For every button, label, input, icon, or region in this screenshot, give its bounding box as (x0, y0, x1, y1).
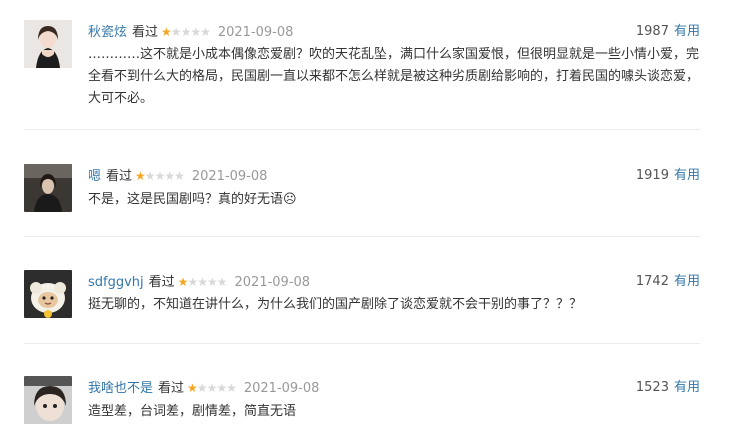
star-empty-icon: ★ (216, 275, 228, 289)
star-empty-icon: ★ (190, 25, 201, 39)
vote-area: 1742 有用 (636, 274, 700, 290)
star-icon: ★ (177, 275, 189, 289)
username-link[interactable]: sdfggvhj (88, 275, 144, 290)
useful-button[interactable]: 有用 (674, 274, 700, 289)
avatar[interactable] (24, 270, 72, 318)
star-empty-icon: ★ (206, 381, 218, 395)
comment-meta: sdfggvhj 看过 ★★★★★ 2021-09-08 (88, 274, 310, 291)
vote-count: 1919 (635, 168, 669, 183)
useful-button[interactable]: 有用 (674, 24, 700, 39)
star-empty-icon: ★ (187, 275, 198, 289)
watch-status: 看过 (158, 381, 185, 396)
useful-button[interactable]: 有用 (674, 168, 700, 183)
rating-stars: ★★★★★ (135, 168, 185, 184)
star-empty-icon: ★ (170, 25, 182, 39)
star-empty-icon: ★ (174, 169, 185, 183)
rating-stars: ★★★★★ (187, 380, 237, 396)
avatar[interactable] (24, 376, 72, 424)
divider (24, 236, 700, 237)
watch-status: 看过 (132, 25, 159, 40)
comment-meta: 嗯看过 ★★★★★ 2021-09-08 (88, 168, 267, 185)
comment-date: 2021-09-08 (243, 381, 320, 396)
vote-count: 1742 (635, 274, 669, 289)
watch-status: 看过 (148, 275, 175, 290)
comment-date: 2021-09-08 (191, 169, 268, 184)
star-empty-icon: ★ (206, 275, 218, 289)
star-empty-icon: ★ (180, 25, 192, 39)
star-empty-icon: ★ (200, 25, 211, 39)
star-empty-icon: ★ (144, 169, 156, 183)
vote-count: 1987 (635, 24, 669, 39)
rating-stars: ★★★★★ (161, 24, 211, 40)
star-icon: ★ (135, 169, 146, 183)
avatar[interactable] (24, 164, 72, 212)
rating-stars: ★★★★★ (177, 274, 228, 290)
comment-date: 2021-09-08 (234, 275, 311, 290)
star-empty-icon: ★ (154, 169, 166, 183)
comment-meta: 秋瓷炫 看过 ★★★★★ 2021-09-08 (88, 24, 293, 41)
avatar[interactable] (24, 20, 72, 68)
comment-text: …………这不就是小成本偶像恋爱剧？吹的天花乱坠，满口什么家国爱恨，但很明显就是一… (88, 47, 700, 106)
comment-text: 挺无聊的，不知道在讲什么，为什么我们的国产剧除了谈恋爱就不会干别的事了？？？ (88, 297, 583, 312)
vote-area: 1987 有用 (636, 24, 700, 40)
star-empty-icon: ★ (226, 381, 237, 395)
comment-text: 造型差，台词差，剧情差，简直无语 (88, 404, 297, 419)
comment-meta: 我啥也不是 看过 ★★★★★ 2021-09-08 (88, 380, 319, 397)
watch-status: 看过 (106, 169, 133, 184)
useful-button[interactable]: 有用 (674, 380, 700, 395)
star-icon: ★ (161, 25, 172, 39)
star-empty-icon: ★ (216, 381, 227, 395)
divider (24, 129, 700, 130)
star-icon: ★ (187, 381, 198, 395)
divider (24, 343, 700, 344)
star-empty-icon: ★ (196, 381, 208, 395)
vote-area: 1523 有用 (636, 380, 700, 396)
star-empty-icon: ★ (197, 275, 208, 289)
comment-date: 2021-09-08 (217, 25, 294, 40)
username-link[interactable]: 嗯 (88, 169, 101, 184)
vote-count: 1523 (635, 380, 669, 395)
username-link[interactable]: 秋瓷炫 (88, 25, 127, 40)
username-link[interactable]: 我啥也不是 (88, 381, 153, 396)
vote-area: 1919 有用 (636, 168, 700, 184)
comment-text: 不是，这是民国剧吗？真的好无语☹ (88, 192, 297, 207)
star-empty-icon: ★ (164, 169, 175, 183)
